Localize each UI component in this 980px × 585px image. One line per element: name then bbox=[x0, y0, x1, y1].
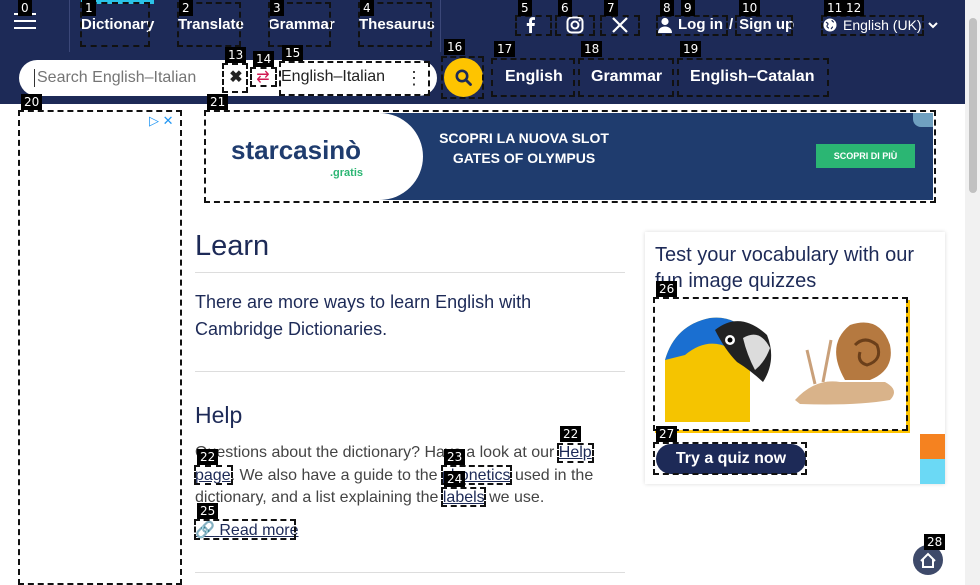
annotation-tag: 27 bbox=[656, 426, 678, 442]
annotation-tag: 20 bbox=[21, 94, 43, 110]
ad-logo: starcasinò bbox=[231, 135, 362, 165]
divider bbox=[69, 0, 70, 52]
annotation-tag: 23 bbox=[444, 449, 466, 465]
language-selector[interactable]: English (UK) bbox=[823, 17, 938, 33]
annotation-tag: 24 bbox=[444, 471, 466, 487]
signup-link[interactable]: Sign up bbox=[739, 16, 794, 33]
dictionary-selector[interactable]: English–Italian bbox=[281, 68, 385, 86]
login-link[interactable]: Log in bbox=[678, 16, 723, 33]
nav-translate[interactable]: Translate bbox=[178, 16, 244, 33]
annotation-tag: 1 bbox=[82, 0, 96, 16]
annotation-tag: 21 bbox=[207, 94, 229, 110]
annotation-tag: 22 bbox=[197, 449, 219, 465]
language-label: English (UK) bbox=[843, 17, 922, 33]
search-button[interactable] bbox=[444, 58, 483, 97]
annotation-tag: 17 bbox=[494, 41, 516, 57]
x-twitter-icon[interactable] bbox=[610, 15, 630, 35]
divider bbox=[195, 572, 625, 573]
clear-icon[interactable]: ✖ bbox=[226, 66, 246, 90]
quiz-image[interactable] bbox=[655, 300, 910, 433]
quiz-title: Test your vocabulary with our fun image … bbox=[655, 244, 915, 292]
annotation-tag: 3 bbox=[270, 0, 284, 16]
annotation-tag: 22 bbox=[560, 426, 582, 442]
divider bbox=[195, 272, 625, 273]
annotation-tag: 26 bbox=[656, 281, 678, 297]
scrollbar-thumb[interactable] bbox=[969, 18, 977, 193]
globe-icon bbox=[823, 18, 837, 32]
help-text: Questions about the dictionary? Have a l… bbox=[195, 444, 594, 506]
annotation-tag: 2 bbox=[179, 0, 193, 16]
pill-grammar[interactable]: Grammar bbox=[591, 68, 662, 86]
ad-info-icon[interactable] bbox=[913, 113, 933, 127]
login-signup: Log in / Sign up bbox=[658, 16, 794, 33]
nav-grammar[interactable]: Grammar bbox=[268, 16, 335, 33]
parrot-snail-image bbox=[661, 305, 894, 422]
annotation-tag: 5 bbox=[518, 0, 532, 16]
ad-choices-icons[interactable]: ▷ ✕ bbox=[149, 113, 174, 129]
share-tab-orange[interactable] bbox=[920, 434, 945, 459]
divider bbox=[195, 371, 625, 372]
more-options-icon[interactable]: ⋮ bbox=[405, 66, 423, 90]
instagram-icon[interactable] bbox=[565, 15, 585, 35]
annotation-tag: 28 bbox=[924, 534, 946, 550]
annotation-tag: 0 bbox=[18, 0, 32, 16]
learn-heading: Learn bbox=[195, 230, 270, 262]
try-quiz-button[interactable]: Try a quiz now bbox=[656, 444, 806, 474]
annotation-tag: 4 bbox=[360, 0, 374, 16]
annotation-tag: 9 bbox=[681, 0, 695, 16]
share-tab-cyan[interactable] bbox=[920, 459, 945, 484]
annotation-tag: 25 bbox=[197, 503, 219, 519]
facebook-icon[interactable] bbox=[521, 15, 541, 35]
annotation-tag: 16 bbox=[444, 39, 466, 55]
ad-text: SCOPRI LA NUOVA SLOT GATES OF OLYMPUS bbox=[439, 130, 609, 166]
annotation-tag: 6 bbox=[558, 0, 572, 16]
divider bbox=[440, 0, 441, 52]
annotation-tag: 8 bbox=[660, 0, 674, 16]
help-heading: Help bbox=[195, 402, 243, 428]
login-separator: / bbox=[729, 16, 734, 33]
labels-link[interactable]: labels bbox=[443, 489, 485, 506]
user-icon bbox=[658, 17, 672, 33]
ad-cta-button[interactable]: SCOPRI DI PIÙ bbox=[816, 144, 915, 168]
annotation-tag: 12 bbox=[843, 0, 865, 16]
annotation-tag: 13 bbox=[225, 47, 247, 63]
ad-logo-sub: .gratis bbox=[330, 167, 364, 179]
swap-language-icon[interactable]: ⇄ bbox=[252, 66, 274, 90]
learn-text: There are more ways to learn English wit… bbox=[195, 292, 532, 339]
nav-thesaurus[interactable]: Thesaurus bbox=[359, 16, 435, 33]
link-icon: 🔗 bbox=[195, 522, 215, 539]
banner-ad[interactable]: starcasinò .gratis SCOPRI LA NUOVA SLOT … bbox=[207, 113, 933, 200]
annotation-tag: 19 bbox=[680, 41, 702, 57]
side-ad-slot[interactable] bbox=[19, 111, 181, 585]
pill-english-catalan[interactable]: English–Catalan bbox=[690, 68, 814, 86]
read-more-link[interactable]: 🔗 Read more bbox=[195, 520, 299, 540]
nav-dictionary[interactable]: Dictionary bbox=[81, 0, 155, 33]
search-input[interactable] bbox=[34, 69, 217, 87]
annotation-tag: 10 bbox=[739, 0, 761, 16]
annotation-tag: 14 bbox=[253, 51, 275, 67]
annotation-tag: 18 bbox=[581, 41, 603, 57]
annotation-tag: 15 bbox=[282, 45, 304, 61]
chevron-down-icon bbox=[927, 21, 938, 28]
search-icon bbox=[455, 69, 472, 86]
pill-english[interactable]: English bbox=[505, 68, 563, 86]
annotation-tag: 7 bbox=[604, 0, 618, 16]
